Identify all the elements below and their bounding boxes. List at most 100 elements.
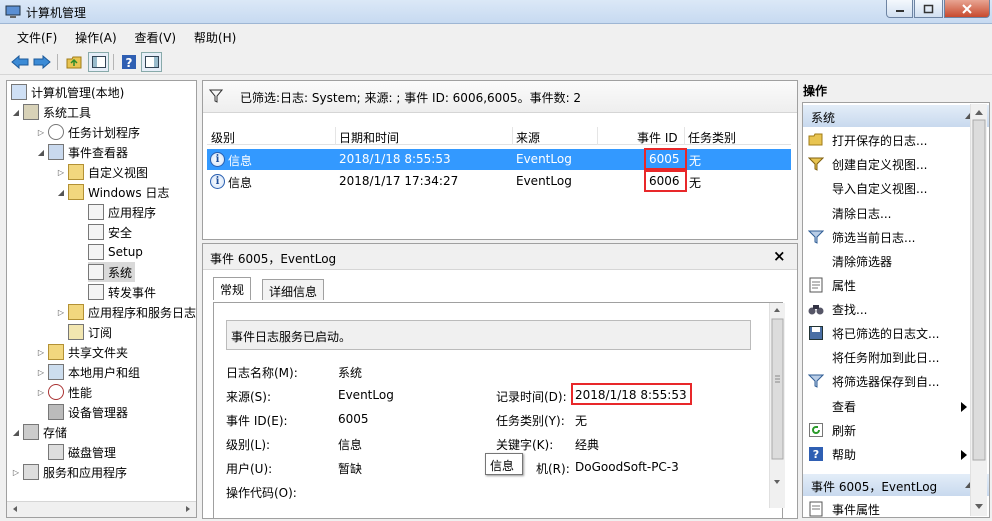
menu-help[interactable]: 帮助(H) bbox=[187, 26, 243, 49]
expand-triangle-icon[interactable]: ▷ bbox=[11, 467, 21, 477]
collapse-triangle-icon[interactable]: ◢ bbox=[56, 187, 66, 197]
tree-item-windows-logs[interactable]: ◢ Windows 日志 bbox=[56, 182, 169, 202]
tree-item-disk-management[interactable]: 磁盘管理 bbox=[48, 442, 116, 462]
detail-title: 事件 6005，EventLog bbox=[210, 252, 337, 266]
log-icon bbox=[88, 264, 104, 280]
cell-task-category: 无 bbox=[689, 176, 702, 190]
show-hide-console-tree-icon[interactable] bbox=[88, 52, 109, 72]
tree-item-application[interactable]: 应用程序 bbox=[88, 202, 156, 222]
svg-text:?: ? bbox=[125, 56, 132, 70]
action-label: 查看 bbox=[832, 399, 857, 414]
collapse-triangle-icon[interactable]: ◢ bbox=[11, 107, 21, 117]
user-value: 暂缺 bbox=[338, 462, 363, 476]
storage-icon bbox=[23, 424, 39, 440]
column-divider[interactable] bbox=[335, 127, 336, 145]
minimize-button[interactable] bbox=[886, 0, 913, 18]
column-divider[interactable] bbox=[597, 127, 598, 145]
filter-icon bbox=[209, 89, 223, 103]
tree-item-shared-folders[interactable]: ▷ 共享文件夹 bbox=[36, 342, 128, 362]
action-find[interactable]: 查找... bbox=[803, 297, 989, 321]
help-icon[interactable]: ? bbox=[118, 52, 139, 72]
subscription-icon bbox=[68, 324, 84, 340]
action-properties[interactable]: 属性 bbox=[803, 273, 989, 297]
tree-item-storage[interactable]: ◢ 存储 bbox=[11, 422, 67, 442]
actions-section-system[interactable]: 系统 bbox=[803, 105, 989, 127]
tree-item-local-users[interactable]: ▷ 本地用户和组 bbox=[36, 362, 140, 382]
action-open-saved-log[interactable]: 打开保存的日志... bbox=[803, 128, 989, 152]
tree-item-event-viewer[interactable]: ◢ 事件查看器 bbox=[36, 142, 128, 162]
logged-label: 记录时间(D): bbox=[496, 390, 567, 404]
action-clear-log[interactable]: 清除日志... bbox=[803, 201, 989, 225]
column-event-id[interactable]: 事件 ID bbox=[637, 129, 678, 146]
action-create-custom-view[interactable]: 创建自定义视图... bbox=[803, 152, 989, 176]
action-filter-current-log[interactable]: 筛选当前日志... bbox=[803, 225, 989, 249]
expand-triangle-icon[interactable]: ▷ bbox=[56, 307, 66, 317]
menu-file[interactable]: 文件(F) bbox=[10, 26, 64, 49]
tree-item-system[interactable]: 系统 bbox=[88, 262, 136, 282]
column-task-category[interactable]: 任务类别 bbox=[688, 129, 736, 146]
action-label: 筛选当前日志... bbox=[832, 230, 916, 245]
tree-item-task-scheduler[interactable]: ▷ 任务计划程序 bbox=[36, 122, 140, 142]
table-row[interactable]: i 信息 2018/1/18 8:55:53 EventLog 6005 无 bbox=[207, 149, 791, 170]
tree-item-setup[interactable]: Setup bbox=[88, 242, 143, 262]
event-viewer-icon bbox=[48, 144, 64, 160]
up-folder-icon[interactable] bbox=[63, 52, 84, 72]
close-button[interactable] bbox=[944, 0, 990, 18]
collapse-triangle-icon[interactable]: ◢ bbox=[11, 427, 21, 437]
back-arrow-icon[interactable] bbox=[9, 52, 30, 72]
actions-scrollbar[interactable] bbox=[970, 104, 987, 516]
tab-details[interactable]: 详细信息 bbox=[262, 279, 325, 300]
tree-item-forwarded-events[interactable]: 转发事件 bbox=[88, 282, 156, 302]
action-label: 帮助 bbox=[832, 447, 857, 462]
action-event-properties[interactable]: 事件属性 bbox=[803, 497, 989, 517]
expand-triangle-icon[interactable]: ▷ bbox=[36, 347, 46, 357]
expand-triangle-icon[interactable]: ▷ bbox=[56, 167, 66, 177]
tree-item-services-apps[interactable]: ▷ 服务和应用程序 bbox=[11, 462, 127, 482]
expand-triangle-icon[interactable]: ▷ bbox=[36, 127, 46, 137]
menu-bar: 文件(F) 操作(A) 查看(V) 帮助(H) bbox=[0, 26, 992, 48]
actions-section-event[interactable]: 事件 6005，EventLog bbox=[803, 474, 989, 496]
column-divider[interactable] bbox=[512, 127, 513, 145]
tree-item-performance[interactable]: ▷ 性能 bbox=[36, 382, 92, 402]
menu-action[interactable]: 操作(A) bbox=[68, 26, 124, 49]
column-datetime[interactable]: 日期和时间 bbox=[339, 129, 399, 146]
tree-item-root[interactable]: 计算机管理(本地) bbox=[11, 82, 124, 102]
tree-label: 转发事件 bbox=[108, 285, 157, 300]
tree-item-device-manager[interactable]: 设备管理器 bbox=[48, 402, 128, 422]
menu-view[interactable]: 查看(V) bbox=[128, 26, 184, 49]
table-row[interactable]: i 信息 2018/1/17 17:34:27 EventLog 6006 无 bbox=[207, 171, 791, 192]
action-clear-filter[interactable]: 清除筛选器 bbox=[803, 249, 989, 273]
action-save-filtered-log[interactable]: 将已筛选的日志文... bbox=[803, 321, 989, 345]
log-icon bbox=[88, 204, 104, 220]
action-label: 打开保存的日志... bbox=[832, 133, 928, 148]
tree-item-security[interactable]: 安全 bbox=[88, 222, 132, 242]
action-save-filter[interactable]: 将筛选器保存到自... bbox=[803, 369, 989, 393]
action-view[interactable]: 查看 bbox=[803, 394, 989, 418]
event-id-label: 事件 ID(E): bbox=[226, 414, 288, 428]
tree-label: 存储 bbox=[43, 425, 68, 440]
forward-arrow-icon[interactable] bbox=[31, 52, 52, 72]
expand-triangle-icon[interactable]: ▷ bbox=[36, 387, 46, 397]
tab-general[interactable]: 常规 bbox=[213, 277, 252, 300]
horizontal-scrollbar[interactable] bbox=[7, 501, 196, 517]
computer-management-icon bbox=[11, 84, 27, 100]
tree-item-subscriptions[interactable]: 订阅 bbox=[68, 322, 112, 342]
column-level[interactable]: 级别 bbox=[211, 129, 235, 146]
column-divider[interactable] bbox=[684, 127, 685, 145]
action-attach-task[interactable]: 将任务附加到此日... bbox=[803, 345, 989, 369]
folder-open-icon bbox=[808, 132, 824, 148]
maximize-button[interactable] bbox=[914, 0, 943, 18]
tree-item-app-service-logs[interactable]: ▷ 应用程序和服务日志 bbox=[56, 302, 196, 322]
vertical-scrollbar[interactable] bbox=[769, 303, 785, 508]
action-help[interactable]: ? 帮助 bbox=[803, 442, 989, 466]
event-message-box[interactable]: 事件日志服务已启动。 bbox=[226, 320, 751, 350]
column-source[interactable]: 来源 bbox=[516, 129, 540, 146]
action-import-custom-view[interactable]: 导入自定义视图... bbox=[803, 176, 989, 200]
action-refresh[interactable]: 刷新 bbox=[803, 418, 989, 442]
collapse-triangle-icon[interactable]: ◢ bbox=[36, 147, 46, 157]
close-detail-icon[interactable]: × bbox=[773, 247, 786, 265]
tree-item-system-tools[interactable]: ◢ 系统工具 bbox=[11, 102, 91, 122]
expand-triangle-icon[interactable]: ▷ bbox=[36, 367, 46, 377]
tree-item-custom-views[interactable]: ▷ 自定义视图 bbox=[56, 162, 148, 182]
show-hide-action-pane-icon[interactable] bbox=[141, 52, 162, 72]
